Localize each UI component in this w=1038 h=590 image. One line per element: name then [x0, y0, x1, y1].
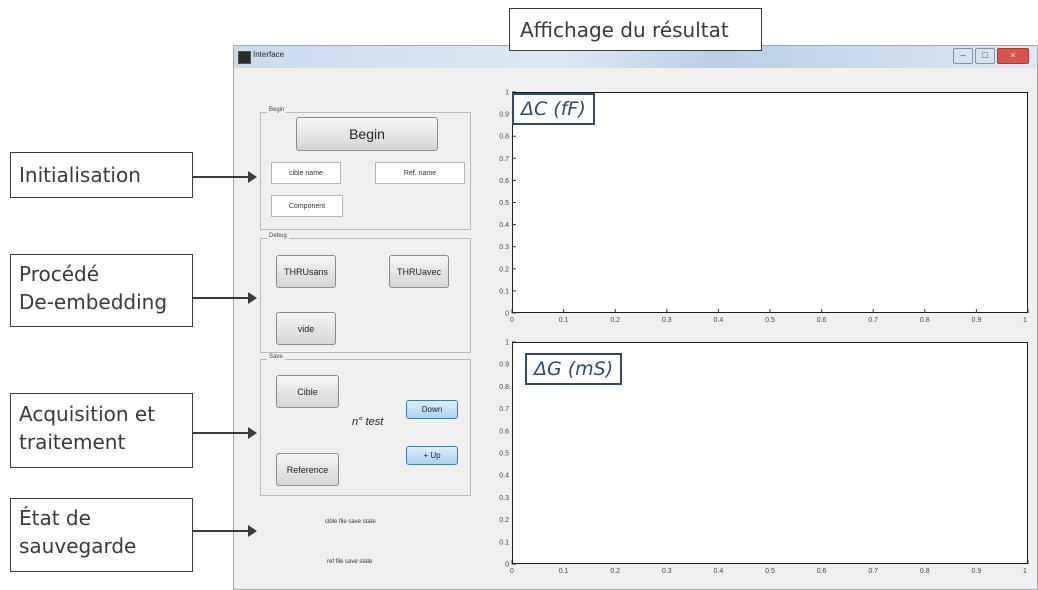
conductance-x-tick-label: 0.4 — [714, 568, 724, 575]
capacitance-y-tick-label: 0.6 — [499, 178, 509, 185]
capacitance-x-tick-label: 0.6 — [817, 317, 827, 324]
capacitance-y-tick-label: 0.3 — [499, 244, 509, 251]
conductance-y-tick-label: 0.2 — [499, 517, 509, 524]
deembedding-callout: Procédé De-embedding — [10, 254, 193, 327]
acquisition-arrow — [193, 427, 257, 439]
capacitance-y-tick-label: 0.8 — [499, 134, 509, 141]
deembedding-arrow — [193, 292, 257, 304]
initialisation-callout-text: Initialisation — [19, 163, 141, 187]
capacitance-y-tick-label: 0.1 — [499, 288, 509, 295]
save-state-callout-line1: État de — [19, 506, 91, 530]
delta-c-label: ΔC (fF) — [512, 93, 595, 125]
capacitance-x-tick-label: 0.5 — [765, 317, 775, 324]
deembedding-callout-line2: De-embedding — [19, 290, 168, 314]
conductance-x-tick-label: 0.1 — [559, 568, 569, 575]
save-state-callout-line2: sauvegarde — [19, 534, 137, 558]
conductance-y-tick-label: 0.7 — [499, 406, 509, 413]
conductance-x-tick-label: 0.8 — [920, 568, 930, 575]
conductance-y-tick-label: 0.1 — [499, 539, 509, 546]
conductance-y-tick-label: 0.3 — [499, 495, 509, 502]
conductance-y-tick-label: 1 — [505, 340, 509, 347]
save-state-callout: État de sauvegarde — [10, 498, 193, 572]
capacitance-x-tick-label: 0.9 — [972, 317, 982, 324]
result-display-callout: Affichage du résultat — [509, 8, 762, 51]
conductance-y-tick-label: 0.9 — [499, 362, 509, 369]
conductance-y-tick-label: 0.5 — [499, 451, 509, 458]
capacitance-x-tick-label: 0.3 — [662, 317, 672, 324]
capacitance-x-tick-label: 0.2 — [610, 317, 620, 324]
conductance-y-tick-label: 0.4 — [499, 473, 509, 480]
capacitance-x-tick-label: 0.4 — [714, 317, 724, 324]
deembedding-callout-line1: Procédé — [19, 262, 100, 286]
conductance-x-tick-label: 0.9 — [972, 568, 982, 575]
conductance-y-tick-label: 0.8 — [499, 384, 509, 391]
conductance-x-tick-label: 0.7 — [868, 568, 878, 575]
conductance-y-tick-label: 0 — [505, 562, 509, 569]
capacitance-x-tick-label: 0.7 — [868, 317, 878, 324]
capacitance-y-tick-label: 1 — [505, 90, 509, 97]
acquisition-callout-line1: Acquisition et — [19, 402, 156, 426]
capacitance-x-tick-label: 0.1 — [559, 317, 569, 324]
capacitance-x-tick-label: 0.8 — [920, 317, 930, 324]
capacitance-y-tick-label: 0.9 — [499, 112, 509, 119]
capacitance-y-tick-label: 0.5 — [499, 200, 509, 207]
capacitance-y-tick-label: 0.2 — [499, 266, 509, 273]
acquisition-callout-line2: traitement — [19, 430, 126, 454]
delta-g-label: ΔG (mS) — [525, 353, 623, 385]
capacitance-x-tick-label: 1 — [1023, 317, 1027, 324]
capacitance-y-tick-label: 0.7 — [499, 156, 509, 163]
acquisition-callout: Acquisition et traitement — [10, 393, 193, 468]
conductance-x-tick-label: 0 — [510, 568, 514, 575]
capacitance-y-tick-label: 0 — [505, 311, 509, 318]
save-state-arrow — [193, 525, 257, 537]
capacitance-x-tick-label: 0 — [510, 317, 514, 324]
initialisation-callout: Initialisation — [10, 152, 193, 198]
conductance-x-tick-label: 1 — [1023, 568, 1027, 575]
conductance-x-tick-label: 0.3 — [662, 568, 672, 575]
conductance-x-tick-label: 0.2 — [610, 568, 620, 575]
conductance-x-tick-label: 0.6 — [817, 568, 827, 575]
conductance-y-tick-label: 0.6 — [499, 428, 509, 435]
conductance-x-tick-label: 0.5 — [765, 568, 775, 575]
initialisation-arrow — [193, 171, 257, 183]
capacitance-y-tick-label: 0.4 — [499, 222, 509, 229]
